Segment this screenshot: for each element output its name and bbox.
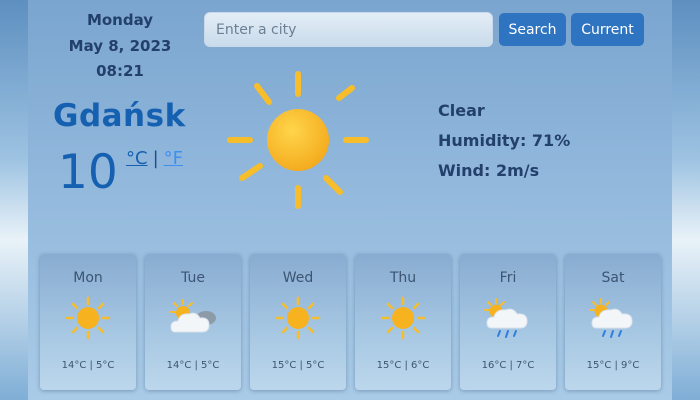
time-label: 08:21 — [96, 62, 144, 80]
forecast-card: Fri 16°C | 7°C — [460, 254, 556, 390]
date-time-block: Monday May 8, 2023 08:21 — [40, 8, 200, 85]
forecast-temps: 15°C | 5°C — [271, 360, 325, 371]
cloudy-icon — [170, 299, 216, 333]
humidity-label: Humidity: 71% — [438, 131, 571, 150]
current-location-button[interactable]: Current — [571, 13, 644, 46]
forecast-day-label: Sat — [601, 270, 625, 286]
current-temperature: 10 — [58, 145, 118, 200]
sun-icon — [65, 296, 111, 340]
forecast-card: Mon 14°C | 5°C — [40, 254, 136, 390]
forecast-day-label: Thu — [389, 270, 417, 286]
sun-icon — [380, 296, 426, 340]
city-name: Gdańsk — [53, 98, 186, 134]
forecast-temps: 14°C | 5°C — [61, 360, 115, 371]
forecast-day-label: Fri — [499, 270, 517, 286]
unit-separator: | — [152, 148, 159, 169]
sun-icon — [275, 296, 321, 340]
sun-icon — [227, 71, 369, 209]
search-button[interactable]: Search — [499, 13, 566, 46]
forecast-day-label: Tue — [181, 270, 205, 286]
forecast-temps: 16°C | 7°C — [481, 360, 535, 371]
city-search-input[interactable] — [204, 12, 493, 47]
forecast-card: Sat 15°C | 9°C — [565, 254, 661, 390]
wind-label: Wind: 2m/s — [438, 161, 540, 180]
forecast-day-label: Mon — [73, 270, 103, 286]
background-sky-right — [672, 0, 700, 400]
background-sky-left — [0, 0, 28, 400]
weekday-label: Monday — [86, 11, 154, 29]
unit-toggle: °C | °F — [126, 148, 183, 169]
rain-icon — [484, 298, 528, 338]
date-label: May 8, 2023 — [68, 36, 172, 55]
weather-description: Clear — [438, 101, 485, 120]
forecast-temps: 15°C | 9°C — [586, 360, 640, 371]
forecast-card: Tue 14°C | 5°C — [145, 254, 241, 390]
forecast-card: Thu 15°C | 6°C — [355, 254, 451, 390]
rain-icon — [589, 298, 633, 338]
fahrenheit-link[interactable]: °F — [164, 148, 183, 169]
forecast-temps: 15°C | 6°C — [376, 360, 430, 371]
celsius-link[interactable]: °C — [126, 148, 148, 169]
forecast-card: Wed 15°C | 5°C — [250, 254, 346, 390]
conditions-block: Clear Humidity: 71% Wind: 2m/s — [438, 98, 570, 188]
forecast-temps: 14°C | 5°C — [166, 360, 220, 371]
forecast-day-label: Wed — [282, 270, 314, 286]
